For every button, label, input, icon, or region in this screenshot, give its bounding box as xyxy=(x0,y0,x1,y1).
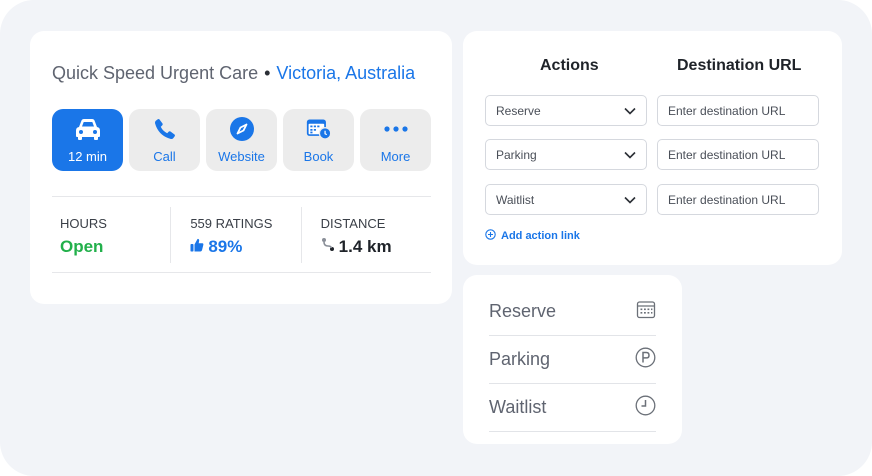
compass-icon xyxy=(229,116,255,142)
action-select-value: Reserve xyxy=(496,103,541,118)
ratings-value: 89% xyxy=(208,237,243,256)
place-name: Quick Speed Urgent Care xyxy=(52,63,259,83)
directions-label: 12 min xyxy=(67,149,108,164)
call-label: Call xyxy=(153,149,176,164)
car-icon xyxy=(73,116,103,142)
place-location-link[interactable]: Victoria, Australia xyxy=(276,63,415,83)
chevron-down-icon xyxy=(624,148,636,162)
place-card: Quick Speed Urgent Care • Victoria, Austra… xyxy=(30,31,452,304)
action-buttons: 12 min Call Website Book More xyxy=(52,109,431,171)
destination-url-header: Destination URL xyxy=(677,57,802,74)
action-link-row: Waitlist xyxy=(485,184,819,215)
destination-url-input[interactable] xyxy=(657,95,819,126)
action-select-value: Waitlist xyxy=(496,192,535,207)
chevron-down-icon xyxy=(624,104,636,118)
route-icon xyxy=(321,237,335,257)
directions-button[interactable]: 12 min xyxy=(52,109,123,171)
action-select[interactable]: Reserve xyxy=(485,95,647,126)
thumbs-up-icon xyxy=(190,237,204,257)
distance-value-row: 1.4 km xyxy=(321,237,431,257)
plus-circle-icon xyxy=(485,229,496,243)
action-select-value: Parking xyxy=(496,147,537,162)
chevron-down-icon xyxy=(624,193,636,207)
distance-value: 1.4 km xyxy=(338,237,392,256)
phone-icon xyxy=(152,116,178,142)
book-label: Book xyxy=(303,149,334,164)
actions-header: Actions xyxy=(540,57,599,74)
add-action-link-label: Add action link xyxy=(501,230,580,242)
list-item-label: Reserve xyxy=(489,301,557,321)
book-button[interactable]: Book xyxy=(283,109,354,171)
action-link-row: Reserve xyxy=(485,95,819,126)
calendar-clock-icon xyxy=(306,116,332,142)
hours-value: Open xyxy=(60,237,104,256)
divider xyxy=(52,196,431,197)
action-select[interactable]: Waitlist xyxy=(485,184,647,215)
clock-icon xyxy=(635,395,656,421)
ratings-label: 559 RATINGS xyxy=(190,216,273,231)
hours-stat: HOURS Open xyxy=(52,207,170,263)
list-item-label: Waitlist xyxy=(489,397,547,417)
stats-row: HOURS Open 559 RATINGS 89% DISTANCE 1.4 … xyxy=(52,207,431,263)
distance-stat: DISTANCE 1.4 km xyxy=(300,207,431,263)
distance-label: DISTANCE xyxy=(320,216,386,231)
more-label: More xyxy=(380,149,411,164)
list-item-label: Parking xyxy=(489,349,551,369)
call-button[interactable]: Call xyxy=(129,109,200,171)
more-dots-icon xyxy=(383,116,409,142)
list-item[interactable]: Parking xyxy=(489,336,656,384)
ratings-value-row: 89% xyxy=(190,237,300,257)
place-title: Quick Speed Urgent Care • Victoria, Austra… xyxy=(52,63,415,84)
hours-label: HOURS xyxy=(60,216,107,231)
list-item[interactable]: Waitlist xyxy=(489,384,656,432)
action-link-row: Parking xyxy=(485,139,819,170)
list-item[interactable]: Reserve xyxy=(489,288,656,336)
add-action-link-button[interactable]: Add action link xyxy=(485,229,580,243)
action-preview-card: Reserve Parking Waitlist xyxy=(463,275,682,444)
parking-icon xyxy=(635,347,656,373)
destination-url-input[interactable] xyxy=(657,184,819,215)
ratings-stat: 559 RATINGS 89% xyxy=(170,207,300,263)
action-preview-list: Reserve Parking Waitlist xyxy=(489,288,656,432)
action-select[interactable]: Parking xyxy=(485,139,647,170)
divider xyxy=(52,272,431,273)
calendar-icon xyxy=(636,300,656,324)
action-links-card: Actions Destination URL Reserve Parking … xyxy=(463,31,842,265)
website-label: Website xyxy=(218,149,265,164)
website-button[interactable]: Website xyxy=(206,109,277,171)
title-separator: • xyxy=(264,63,271,83)
destination-url-input[interactable] xyxy=(657,139,819,170)
more-button[interactable]: More xyxy=(360,109,431,171)
